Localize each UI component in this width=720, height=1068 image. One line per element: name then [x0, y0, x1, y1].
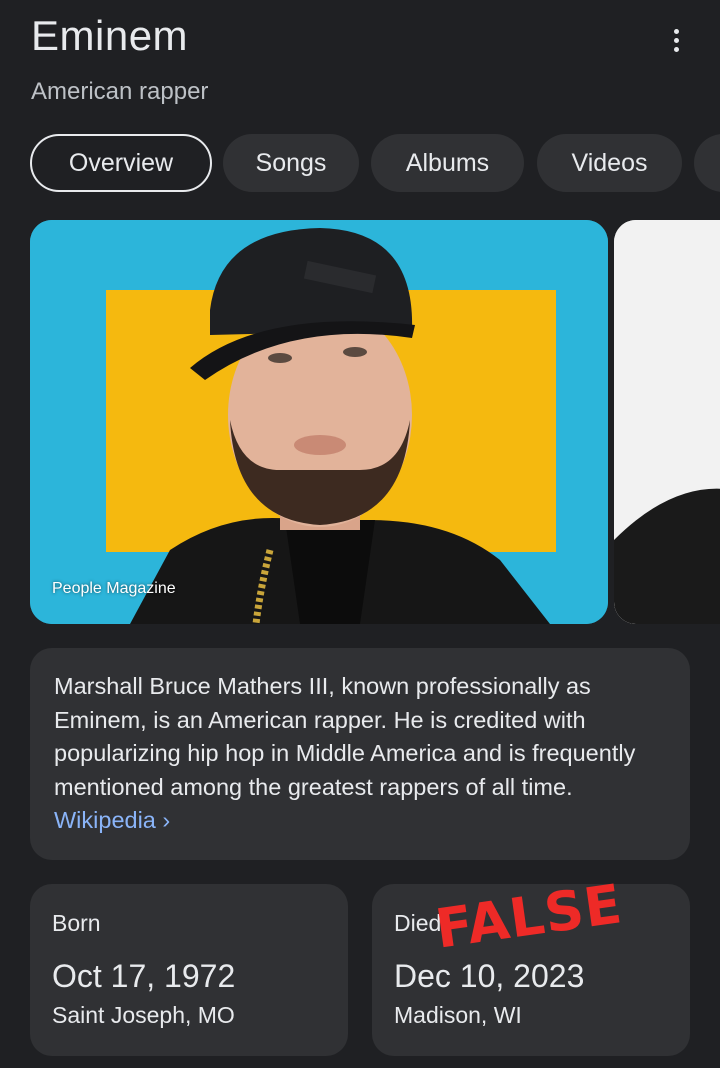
description-text: Marshall Bruce Mathers III, known profes… [54, 673, 636, 800]
tab-more[interactable] [694, 134, 720, 192]
tab-albums[interactable]: Albums [371, 134, 524, 192]
tab-videos[interactable]: Videos [537, 134, 682, 192]
tab-overview[interactable]: Overview [30, 134, 212, 192]
born-label: Born [52, 910, 101, 936]
portrait-photo [30, 220, 608, 624]
main-image[interactable]: People Magazine [30, 220, 608, 624]
next-image[interactable] [614, 220, 720, 624]
died-place: Madison, WI [394, 1002, 522, 1028]
tab-songs[interactable]: Songs [223, 134, 359, 192]
more-vert-icon[interactable] [664, 24, 688, 56]
wikipedia-link[interactable]: Wikipedia › [54, 807, 170, 833]
born-date: Oct 17, 1972 [52, 958, 236, 994]
page-subtitle: American rapper [31, 78, 209, 105]
born-card[interactable]: Born Oct 17, 1972 Saint Joseph, MO [30, 884, 348, 1056]
description-card: Marshall Bruce Mathers III, known profes… [30, 648, 690, 860]
image-credit: People Magazine [52, 580, 176, 597]
died-date: Dec 10, 2023 [394, 958, 585, 994]
born-place: Saint Joseph, MO [52, 1002, 235, 1028]
page-title: Eminem [31, 12, 189, 59]
next-image-photo [614, 220, 720, 624]
tab-bar: Overview Songs Albums Videos [30, 134, 720, 194]
